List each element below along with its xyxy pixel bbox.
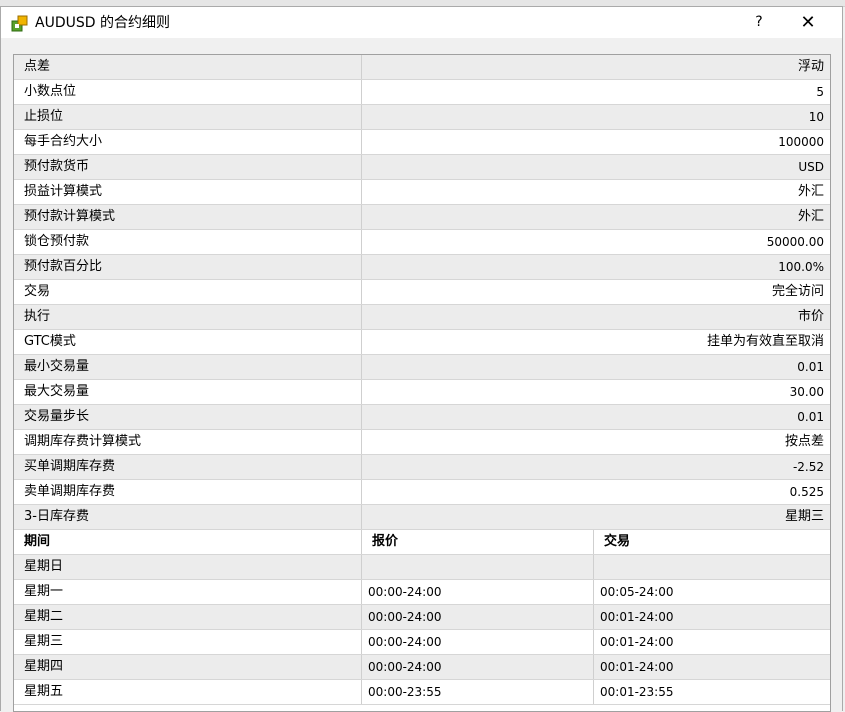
property-row[interactable]: 点差 浮动	[14, 55, 830, 80]
property-key: GTC模式	[14, 330, 362, 354]
session-quote: 00:00-23:55	[362, 680, 594, 704]
session-row[interactable]: 星期五 00:00-23:55 00:01-23:55	[14, 680, 830, 705]
session-row[interactable]: 星期日	[14, 555, 830, 580]
property-key: 损益计算模式	[14, 180, 362, 204]
specification-table[interactable]: 点差 浮动小数点位 5 止损位 10 每手合约大小 100000 预付款货币 USD 损益计算模式…	[13, 54, 831, 712]
close-button[interactable]: ✕	[786, 7, 830, 38]
property-value: 30.00	[789, 385, 824, 399]
property-row[interactable]: 损益计算模式 外汇	[14, 180, 830, 205]
property-key: 执行	[14, 305, 362, 329]
title-bar: AUDUSD 的合约细则 ? ✕	[1, 7, 842, 38]
property-value: 0.01	[797, 360, 824, 374]
session-day: 星期五	[14, 680, 362, 704]
session-trade: 00:05-24:00	[600, 585, 674, 599]
property-row[interactable]: 执行 市价	[14, 305, 830, 330]
properties-list: 点差 浮动小数点位 5 止损位 10 每手合约大小 100000 预付款货币 USD 损益计算模式…	[14, 55, 830, 530]
session-day: 星期四	[14, 655, 362, 679]
session-row[interactable]: 星期二 00:00-24:00 00:01-24:00	[14, 605, 830, 630]
contract-box-icon	[11, 14, 29, 32]
property-row[interactable]: 最小交易量 0.01	[14, 355, 830, 380]
header-quote: 报价	[362, 530, 594, 554]
property-row[interactable]: 锁仓预付款 50000.00	[14, 230, 830, 255]
property-value: 市价	[797, 309, 824, 324]
property-value: 浮动	[797, 59, 824, 74]
property-value: 10	[808, 110, 824, 124]
property-value: 外汇	[797, 184, 824, 199]
session-day: 星期一	[14, 580, 362, 604]
property-row[interactable]: 止损位 10	[14, 105, 830, 130]
session-trade: 00:01-24:00	[600, 660, 674, 674]
property-row[interactable]: GTC模式 挂单为有效直至取消	[14, 330, 830, 355]
property-row[interactable]: 最大交易量 30.00	[14, 380, 830, 405]
session-trade: 00:01-24:00	[600, 635, 674, 649]
session-day: 星期三	[14, 630, 362, 654]
property-value: 100000	[778, 135, 824, 149]
help-button[interactable]: ?	[744, 7, 774, 38]
property-row[interactable]: 小数点位 5	[14, 80, 830, 105]
property-value: 0.525	[789, 485, 824, 499]
sessions-list: 星期日 星期一 00:00-24:00 00:05-24:00 星期二 00:00-24:…	[14, 555, 830, 705]
property-row[interactable]: 预付款百分比 100.0%	[14, 255, 830, 280]
session-row[interactable]: 星期三 00:00-24:00 00:01-24:00	[14, 630, 830, 655]
property-row[interactable]: 交易 完全访问	[14, 280, 830, 305]
property-key: 交易	[14, 280, 362, 304]
property-value: 5	[816, 85, 824, 99]
property-key: 每手合约大小	[14, 130, 362, 154]
property-row[interactable]: 预付款货币 USD	[14, 155, 830, 180]
property-key: 卖单调期库存费	[14, 480, 362, 504]
session-trade: 00:01-23:55	[600, 685, 674, 699]
property-key: 最小交易量	[14, 355, 362, 379]
session-trade: 00:01-24:00	[600, 610, 674, 624]
session-row[interactable]: 星期四 00:00-24:00 00:01-24:00	[14, 655, 830, 680]
property-value: 外汇	[797, 209, 824, 224]
property-key: 小数点位	[14, 80, 362, 104]
session-day: 星期二	[14, 605, 362, 629]
property-value: 完全访问	[771, 284, 824, 299]
property-key: 买单调期库存费	[14, 455, 362, 479]
session-quote: 00:00-24:00	[362, 655, 594, 679]
property-key: 交易量步长	[14, 405, 362, 429]
property-value: -2.52	[792, 460, 824, 474]
property-row[interactable]: 调期库存费计算模式 按点差	[14, 430, 830, 455]
session-quote: 00:00-24:00	[362, 630, 594, 654]
property-value: 100.0%	[778, 260, 824, 274]
sessions-header-row: 期间 报价 交易	[14, 530, 830, 555]
session-trade	[594, 555, 830, 579]
property-key: 止损位	[14, 105, 362, 129]
property-key: 预付款百分比	[14, 255, 362, 279]
session-day: 星期日	[14, 555, 362, 579]
property-value: 0.01	[797, 410, 824, 424]
property-value: 挂单为有效直至取消	[706, 334, 824, 349]
property-row[interactable]: 交易量步长 0.01	[14, 405, 830, 430]
property-value: 50000.00	[766, 235, 824, 249]
header-trade: 交易	[604, 534, 631, 549]
property-value: USD	[798, 160, 824, 174]
property-key: 预付款计算模式	[14, 205, 362, 229]
contract-spec-dialog: AUDUSD 的合约细则 ? ✕ 点差 浮动 小数点位 5 止损位 10 每手合约大小 100…	[0, 6, 843, 712]
header-period: 期间	[14, 530, 362, 554]
session-row[interactable]: 星期一 00:00-24:00 00:05-24:00	[14, 580, 830, 605]
session-quote: 00:00-24:00	[362, 580, 594, 604]
session-quote	[362, 555, 594, 579]
property-value: 按点差	[784, 434, 824, 449]
property-row[interactable]: 预付款计算模式 外汇	[14, 205, 830, 230]
property-value: 星期三	[784, 509, 824, 524]
property-key: 锁仓预付款	[14, 230, 362, 254]
property-row[interactable]: 买单调期库存费 -2.52	[14, 455, 830, 480]
property-key: 调期库存费计算模式	[14, 430, 362, 454]
window-title: AUDUSD 的合约细则	[35, 15, 170, 31]
property-key: 预付款货币	[14, 155, 362, 179]
property-key: 最大交易量	[14, 380, 362, 404]
property-key: 3-日库存费	[14, 505, 362, 529]
property-row[interactable]: 3-日库存费 星期三	[14, 505, 830, 530]
property-key: 点差	[14, 55, 362, 79]
session-quote: 00:00-24:00	[362, 605, 594, 629]
property-row[interactable]: 每手合约大小 100000	[14, 130, 830, 155]
property-row[interactable]: 卖单调期库存费 0.525	[14, 480, 830, 505]
